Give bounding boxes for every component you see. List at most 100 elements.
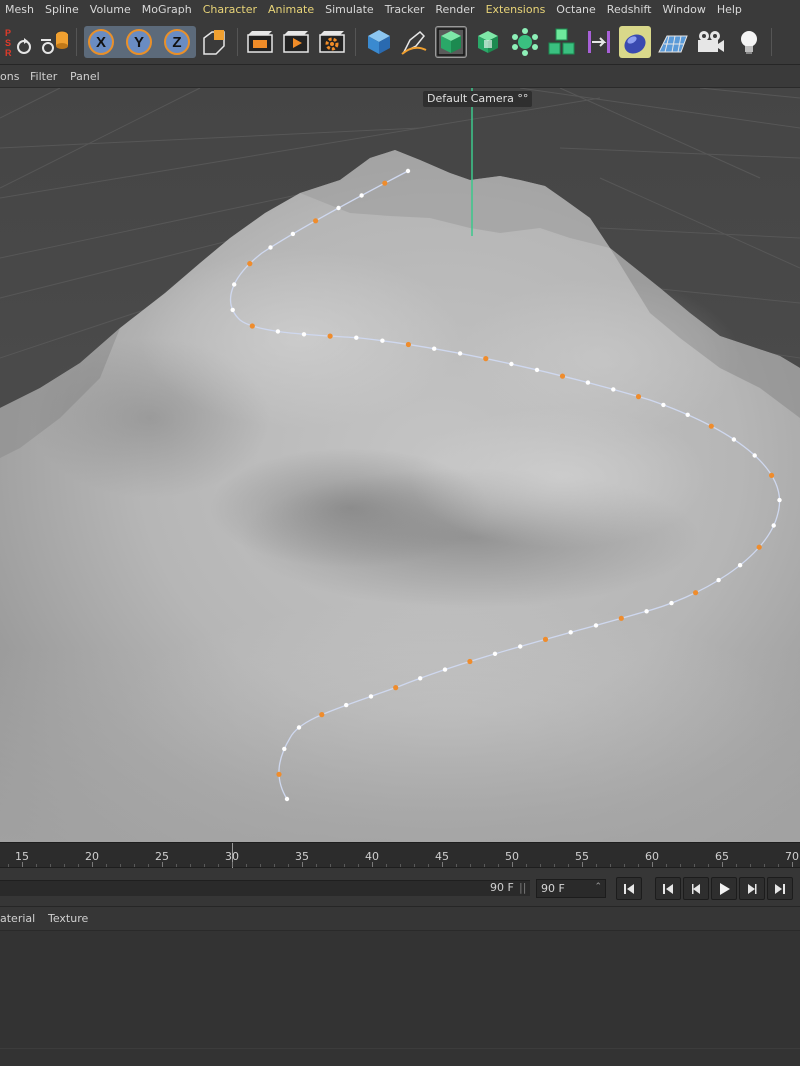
- spline-point[interactable]: [685, 412, 690, 417]
- menu-mesh[interactable]: Mesh: [0, 0, 40, 19]
- menu-help[interactable]: Help: [712, 0, 748, 19]
- spline-tangent-point[interactable]: [756, 544, 762, 550]
- menu-tracker[interactable]: Tracker: [380, 0, 431, 19]
- spline-point[interactable]: [585, 380, 591, 385]
- spline-tangent-point[interactable]: [327, 333, 333, 339]
- spline-tangent-point[interactable]: [708, 423, 714, 429]
- spline-point[interactable]: [661, 402, 666, 408]
- spline-tangent-point[interactable]: [635, 394, 642, 400]
- timeline-ruler[interactable]: 15 20 25 30 35 40 45 50 55 60 65 70: [0, 842, 800, 869]
- spline-point[interactable]: [492, 651, 498, 656]
- menu-mograph[interactable]: MoGraph: [137, 0, 198, 19]
- camera-button[interactable]: [694, 26, 726, 58]
- frame-input[interactable]: 90 F ⌃: [536, 879, 606, 898]
- array-button[interactable]: [546, 26, 578, 58]
- extrude-button[interactable]: [472, 26, 504, 58]
- spline-point[interactable]: [336, 205, 341, 211]
- spline-point[interactable]: [593, 623, 599, 628]
- menu-extensions[interactable]: Extensions: [481, 0, 552, 19]
- spline-point[interactable]: [296, 725, 302, 730]
- material-manager-area[interactable]: [0, 931, 800, 1066]
- menu-window[interactable]: Window: [657, 0, 711, 19]
- spline-point[interactable]: [777, 497, 782, 503]
- go-to-previous-key-button[interactable]: [655, 877, 681, 900]
- spline-point[interactable]: [232, 282, 237, 287]
- spline-point[interactable]: [731, 437, 737, 442]
- mograph-cloner-button[interactable]: [509, 26, 541, 58]
- spline-point[interactable]: [284, 796, 290, 802]
- spline-tangent-point[interactable]: [247, 261, 253, 267]
- spline-point[interactable]: [509, 361, 514, 367]
- render-view-button[interactable]: [244, 26, 276, 58]
- spline-point[interactable]: [534, 367, 540, 373]
- spline-point[interactable]: [344, 702, 349, 708]
- subdivision-surface-button[interactable]: [435, 26, 467, 58]
- spline-tangent-point[interactable]: [769, 472, 775, 478]
- spline-point[interactable]: [442, 667, 448, 672]
- spline-tangent-point[interactable]: [467, 658, 473, 665]
- y-axis-icon[interactable]: Y: [126, 29, 152, 55]
- menu-render[interactable]: Render: [430, 0, 480, 19]
- menu-character[interactable]: Character: [198, 0, 263, 19]
- spline-point[interactable]: [432, 346, 437, 351]
- spline-point[interactable]: [611, 387, 616, 392]
- viewport-menu-filter[interactable]: Filter: [30, 70, 57, 83]
- x-axis-icon[interactable]: X: [88, 29, 114, 55]
- spline-tangent-point[interactable]: [559, 373, 566, 379]
- menu-redshift[interactable]: Redshift: [602, 0, 658, 19]
- spline-point[interactable]: [737, 563, 743, 568]
- perspective-viewport[interactable]: Default Camera °°: [0, 88, 800, 842]
- step-forward-button[interactable]: [739, 877, 765, 900]
- spline-point[interactable]: [368, 694, 374, 699]
- deformer-button[interactable]: [583, 26, 615, 58]
- spline-point[interactable]: [405, 168, 411, 174]
- menu-spline[interactable]: Spline: [40, 0, 85, 19]
- spline-tangent-point[interactable]: [276, 771, 282, 777]
- spline-tangent-point[interactable]: [693, 590, 699, 596]
- spline-point[interactable]: [457, 351, 463, 356]
- pen-tool-button[interactable]: [398, 26, 430, 58]
- step-back-button[interactable]: [683, 877, 709, 900]
- spline-point[interactable]: [268, 245, 273, 250]
- floor-button[interactable]: [657, 26, 689, 58]
- spline-point[interactable]: [752, 453, 757, 458]
- coordinate-system-button[interactable]: [198, 26, 230, 58]
- spline-tangent-point[interactable]: [618, 615, 624, 621]
- play-button[interactable]: [711, 877, 737, 900]
- spline-point[interactable]: [568, 630, 573, 635]
- go-to-end-button[interactable]: [767, 877, 793, 900]
- field-button[interactable]: [619, 26, 651, 58]
- spline-tangent-point[interactable]: [382, 180, 388, 186]
- spline-point[interactable]: [275, 329, 281, 334]
- slider-grip-icon[interactable]: ||: [519, 881, 526, 894]
- spline-point[interactable]: [359, 193, 364, 198]
- cube-button[interactable]: [363, 26, 395, 58]
- spline-point[interactable]: [290, 231, 296, 237]
- spline-point[interactable]: [518, 644, 523, 649]
- spline-point[interactable]: [380, 338, 385, 343]
- spline-tangent-point[interactable]: [249, 323, 255, 329]
- viewport-menu-options[interactable]: ons: [0, 70, 19, 83]
- spline-tangent-point[interactable]: [393, 685, 399, 691]
- camera-label[interactable]: Default Camera °°: [423, 91, 533, 107]
- menu-simulate[interactable]: Simulate: [320, 0, 380, 19]
- spline-point[interactable]: [301, 332, 307, 337]
- spline-tangent-point[interactable]: [313, 218, 319, 224]
- light-button[interactable]: [733, 26, 765, 58]
- z-axis-icon[interactable]: Z: [164, 29, 190, 55]
- spline-tangent-point[interactable]: [405, 341, 411, 348]
- render-picture-viewer-button[interactable]: [280, 26, 312, 58]
- render-settings-button[interactable]: [316, 26, 348, 58]
- time-slider[interactable]: [0, 880, 530, 896]
- spline-tangent-point[interactable]: [319, 712, 325, 718]
- spline-tangent-point[interactable]: [542, 636, 549, 643]
- spline-point[interactable]: [644, 609, 649, 614]
- spline-tangent-point[interactable]: [483, 356, 489, 362]
- spinner-icon[interactable]: ⌃: [594, 882, 602, 892]
- spline-point[interactable]: [354, 335, 359, 340]
- spline-point[interactable]: [282, 746, 287, 752]
- menu-octane[interactable]: Octane: [551, 0, 602, 19]
- material-menu-texture[interactable]: Texture: [48, 912, 88, 925]
- viewport-menu-panel[interactable]: Panel: [70, 70, 100, 83]
- spline-point[interactable]: [716, 577, 721, 583]
